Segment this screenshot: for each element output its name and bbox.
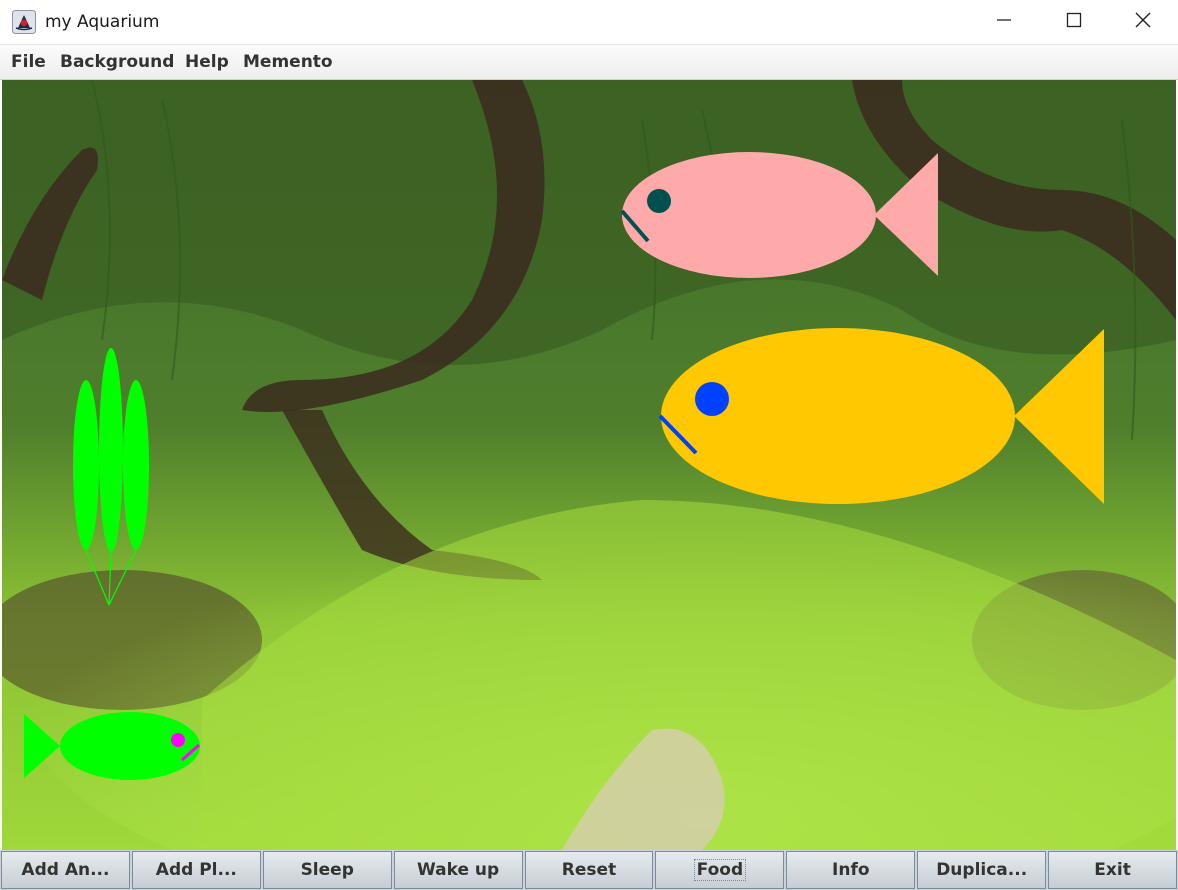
- reset-label: Reset: [561, 860, 617, 880]
- info-label: Info: [832, 860, 870, 880]
- menu-file[interactable]: File: [11, 52, 46, 72]
- aquarium-panel[interactable]: [2, 80, 1176, 850]
- menu-help[interactable]: Help: [185, 52, 229, 72]
- wake-up-button[interactable]: Wake up: [393, 851, 523, 889]
- exit-button[interactable]: Exit: [1048, 851, 1178, 889]
- maximize-icon: [1066, 12, 1082, 32]
- add-plant-label: Add Pl...: [155, 860, 237, 880]
- add-animal-button[interactable]: Add An...: [1, 851, 130, 889]
- close-button[interactable]: [1108, 0, 1178, 44]
- exit-label: Exit: [1094, 860, 1131, 880]
- aquarium-canvas: [2, 80, 1176, 850]
- wake-up-label: Wake up: [417, 860, 500, 880]
- food-button[interactable]: Food: [655, 851, 785, 889]
- maximize-button[interactable]: [1039, 0, 1109, 44]
- minimize-button[interactable]: [969, 0, 1039, 44]
- info-button[interactable]: Info: [786, 851, 916, 889]
- menu-memento[interactable]: Memento: [243, 52, 333, 72]
- food-label: Food: [693, 859, 747, 881]
- reset-button[interactable]: Reset: [524, 851, 654, 889]
- minimize-icon: [996, 12, 1012, 32]
- duplicate-button[interactable]: Duplica...: [917, 851, 1047, 889]
- menu-background[interactable]: Background: [60, 52, 174, 72]
- title-bar: my Aquarium: [0, 0, 1178, 45]
- java-duke-icon: [12, 10, 36, 34]
- button-bar: Add An... Add Pl... Sleep Wake up Reset …: [0, 850, 1178, 890]
- add-plant-button[interactable]: Add Pl...: [131, 851, 261, 889]
- sleep-label: Sleep: [300, 860, 354, 880]
- sleep-button[interactable]: Sleep: [262, 851, 392, 889]
- window-title: my Aquarium: [45, 12, 160, 32]
- add-animal-label: Add An...: [21, 860, 110, 880]
- close-icon: [1134, 11, 1152, 33]
- duplicate-label: Duplica...: [936, 860, 1028, 880]
- menu-bar: File Background Help Memento: [0, 45, 1178, 80]
